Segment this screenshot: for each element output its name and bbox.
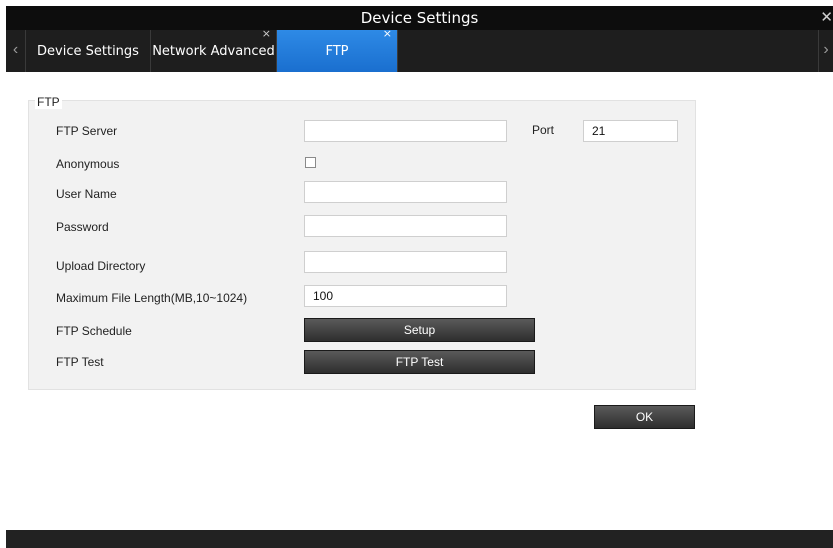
close-icon[interactable]: ✕ <box>820 8 833 26</box>
ftp-schedule-label: FTP Schedule <box>56 324 132 338</box>
title-bar: Device Settings ✕ <box>6 6 833 30</box>
chevron-left-icon[interactable]: ‹ <box>6 30 26 72</box>
anonymous-label: Anonymous <box>56 157 120 171</box>
status-bar <box>6 530 833 548</box>
tab-bar: ‹ Device Settings Network Advanced × FTP… <box>6 27 833 72</box>
ftp-test-button[interactable]: FTP Test <box>304 350 535 374</box>
tab-label: Network Advanced <box>152 44 275 59</box>
tab-close-icon[interactable]: × <box>262 14 271 54</box>
port-input[interactable] <box>583 120 678 142</box>
max-file-length-input[interactable] <box>304 285 507 307</box>
device-settings-window: Device Settings ✕ ‹ Device Settings Netw… <box>0 0 833 548</box>
upload-directory-label: Upload Directory <box>56 259 146 273</box>
chevron-right-icon[interactable]: › <box>818 30 833 72</box>
tab-network-advanced[interactable]: Network Advanced × <box>151 27 277 72</box>
port-label: Port <box>532 123 555 137</box>
max-file-length-label: Maximum File Length(MB,10~1024) <box>56 291 248 305</box>
tab-label: FTP <box>325 44 349 59</box>
tab-device-settings[interactable]: Device Settings <box>26 30 151 72</box>
upload-directory-input[interactable] <box>304 251 507 273</box>
ftp-test-label: FTP Test <box>56 355 104 369</box>
tab-close-icon[interactable]: × <box>383 14 392 54</box>
username-label: User Name <box>56 187 117 201</box>
tab-label: Device Settings <box>37 44 139 59</box>
ftp-server-input[interactable] <box>304 120 507 142</box>
settings-content: FTP FTP Server Port Anonymous User Name … <box>6 72 833 530</box>
window-title: Device Settings <box>360 9 479 27</box>
password-input[interactable] <box>304 215 507 237</box>
password-label: Password <box>56 220 109 234</box>
ftp-group <box>28 100 696 390</box>
tab-ftp[interactable]: FTP × <box>277 27 398 72</box>
ok-button[interactable]: OK <box>594 405 695 429</box>
anonymous-checkbox[interactable] <box>305 157 316 168</box>
group-title: FTP <box>35 95 62 109</box>
username-input[interactable] <box>304 181 507 203</box>
ftp-server-label: FTP Server <box>56 124 118 138</box>
setup-button[interactable]: Setup <box>304 318 535 342</box>
